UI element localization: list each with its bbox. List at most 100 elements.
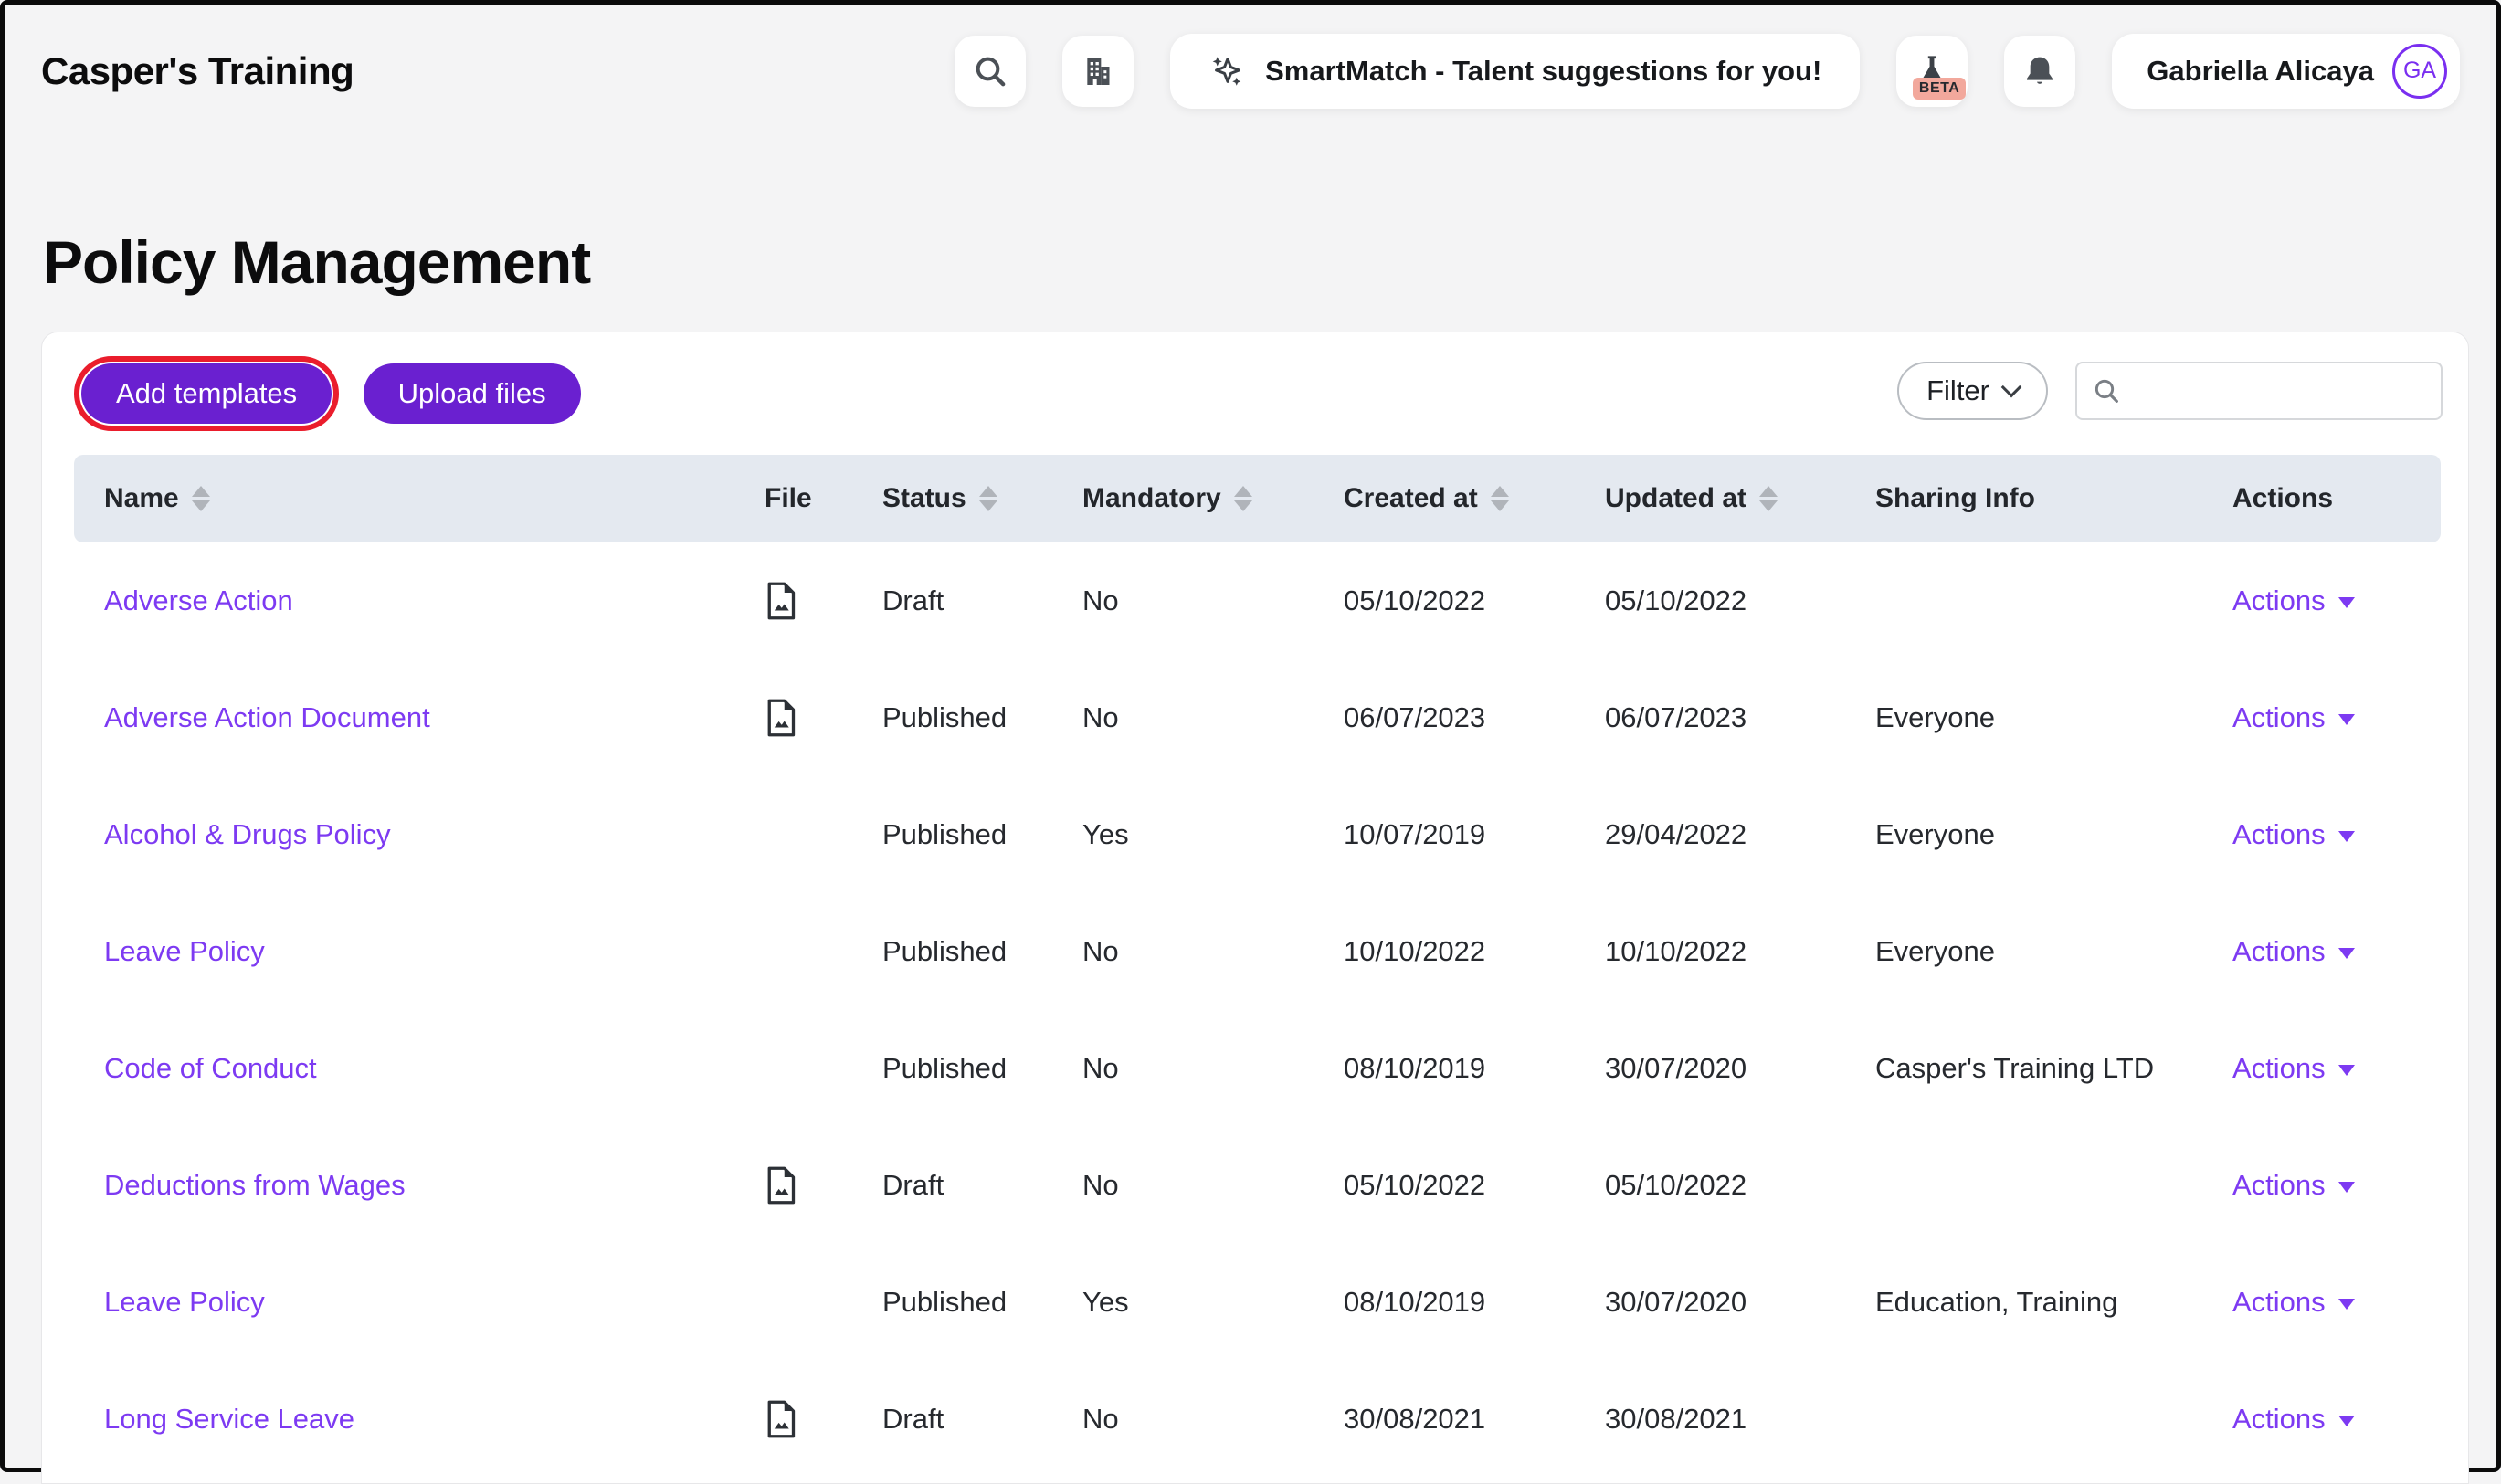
column-label: Created at	[1344, 483, 1478, 513]
policy-name-cell: Adverse Action Document	[74, 701, 765, 734]
status-cell: Published	[882, 818, 1082, 851]
mandatory-value: Yes	[1082, 1286, 1129, 1318]
caret-down-icon	[2337, 1182, 2355, 1193]
status-value: Draft	[882, 1169, 944, 1201]
status-value: Published	[882, 935, 1008, 967]
file-document-icon	[765, 698, 797, 738]
table-body: Adverse Action Draft No 05/10/2022 05/10/20…	[74, 542, 2441, 1478]
upload-files-button[interactable]: Upload files	[363, 363, 581, 424]
mandatory-value: No	[1082, 1169, 1119, 1201]
updated-at-cell: 30/07/2020	[1605, 1052, 1875, 1085]
row-actions-button[interactable]: Actions	[2232, 1403, 2355, 1436]
row-actions-button[interactable]: Actions	[2232, 1052, 2355, 1085]
mandatory-cell: Yes	[1082, 1286, 1344, 1319]
status-cell: Draft	[882, 1403, 1082, 1436]
column-header-created-at[interactable]: Created at	[1344, 483, 1605, 514]
table-search-box[interactable]	[2075, 362, 2465, 420]
caret-down-icon	[2337, 831, 2355, 842]
actions-label: Actions	[2232, 584, 2326, 616]
actions-cell: Actions	[2232, 701, 2441, 734]
sparkles-icon	[1208, 52, 1247, 90]
policy-name-cell: Leave Policy	[74, 935, 765, 968]
updated-at-cell: 30/08/2021	[1605, 1403, 1875, 1436]
updated-at-value: 30/07/2020	[1605, 1052, 1747, 1084]
column-label: Mandatory	[1082, 483, 1221, 513]
row-actions-button[interactable]: Actions	[2232, 701, 2355, 734]
row-actions-button[interactable]: Actions	[2232, 584, 2355, 617]
file-cell	[765, 1165, 882, 1205]
row-actions-button[interactable]: Actions	[2232, 818, 2355, 851]
row-actions-button[interactable]: Actions	[2232, 1169, 2355, 1202]
status-value: Published	[882, 818, 1008, 850]
sharing-info-cell: Casper's Training LTD	[1875, 1052, 2232, 1085]
status-cell: Draft	[882, 584, 1082, 617]
policy-name-link[interactable]: Code of Conduct	[104, 1052, 317, 1085]
actions-label: Actions	[2232, 1052, 2326, 1084]
actions-label: Actions	[2232, 1169, 2326, 1201]
created-at-cell: 05/10/2022	[1344, 1169, 1605, 1202]
table-row: Long Service Leave Draft No 30/08/2021 30/0…	[74, 1361, 2441, 1478]
actions-cell: Actions	[2232, 1403, 2441, 1436]
add-templates-button[interactable]: Add templates	[81, 363, 332, 424]
file-document-icon	[765, 1165, 797, 1205]
actions-cell: Actions	[2232, 1169, 2441, 1202]
mandatory-cell: No	[1082, 701, 1344, 734]
sort-icon[interactable]	[191, 486, 210, 511]
annotation-highlight-ring: Add templates	[74, 356, 340, 431]
status-cell: Published	[882, 1052, 1082, 1085]
updated-at-cell: 05/10/2022	[1605, 1169, 1875, 1202]
column-header-mandatory[interactable]: Mandatory	[1082, 483, 1344, 514]
column-header-updated-at[interactable]: Updated at	[1605, 483, 1875, 514]
policy-name-link[interactable]: Leave Policy	[104, 935, 265, 968]
notifications-button[interactable]	[2004, 35, 2076, 107]
updated-at-value: 29/04/2022	[1605, 818, 1747, 850]
created-at-cell: 08/10/2019	[1344, 1052, 1605, 1085]
actions-label: Actions	[2232, 701, 2326, 733]
created-at-value: 05/10/2022	[1344, 584, 1486, 616]
row-actions-button[interactable]: Actions	[2232, 935, 2355, 968]
updated-at-value: 30/08/2021	[1605, 1403, 1747, 1435]
policy-name-link[interactable]: Adverse Action	[104, 584, 293, 617]
status-cell: Published	[882, 701, 1082, 734]
sort-icon[interactable]	[1759, 486, 1778, 511]
status-value: Published	[882, 1052, 1008, 1084]
filter-search-group: Filter	[1897, 362, 2465, 420]
building-icon	[1080, 53, 1116, 89]
row-actions-button[interactable]: Actions	[2232, 1286, 2355, 1319]
policy-name-link[interactable]: Alcohol & Drugs Policy	[104, 818, 391, 851]
column-header-name[interactable]: Name	[74, 483, 765, 514]
search-button[interactable]	[955, 35, 1027, 107]
mandatory-cell: No	[1082, 1169, 1344, 1202]
sort-icon[interactable]	[978, 486, 997, 511]
sort-icon[interactable]	[1490, 486, 1509, 511]
beta-features-button[interactable]: BETA	[1896, 35, 1968, 107]
created-at-cell: 10/10/2022	[1344, 935, 1605, 968]
sort-icon[interactable]	[1233, 486, 1252, 511]
caret-down-icon	[2337, 1065, 2355, 1076]
status-cell: Published	[882, 935, 1082, 968]
organisation-button[interactable]	[1062, 35, 1134, 107]
smartmatch-button[interactable]: SmartMatch - Talent suggestions for you!	[1170, 33, 1861, 109]
policy-name-link[interactable]: Leave Policy	[104, 1286, 265, 1319]
sharing-info-value: Casper's Training LTD	[1875, 1052, 2155, 1084]
column-header-file: File	[765, 483, 882, 514]
column-label: Actions	[2232, 483, 2334, 513]
updated-at-cell: 06/07/2023	[1605, 701, 1875, 734]
top-bar: Casper's Training SmartMatch - Talent su…	[5, 5, 2496, 137]
updated-at-cell: 30/07/2020	[1605, 1286, 1875, 1319]
policy-name-link[interactable]: Long Service Leave	[104, 1403, 354, 1436]
policy-name-link[interactable]: Adverse Action Document	[104, 701, 430, 734]
table-row: Code of Conduct Published No 08/10/2019 30/0…	[74, 1010, 2441, 1127]
updated-at-cell: 05/10/2022	[1605, 584, 1875, 617]
sharing-info-cell: Everyone	[1875, 701, 2232, 734]
column-header-status[interactable]: Status	[882, 483, 1082, 514]
table-row: Adverse Action Draft No 05/10/2022 05/10/20…	[74, 542, 2441, 659]
policy-name-link[interactable]: Deductions from Wages	[104, 1169, 406, 1202]
sharing-info-cell: Everyone	[1875, 818, 2232, 851]
user-menu-button[interactable]: Gabriella Alicaya GA	[2112, 33, 2460, 109]
column-label: Name	[104, 483, 179, 513]
filter-dropdown[interactable]: Filter	[1897, 362, 2048, 420]
table-search-input[interactable]	[2132, 375, 2465, 406]
mandatory-value: No	[1082, 701, 1119, 733]
mandatory-cell: No	[1082, 1052, 1344, 1085]
